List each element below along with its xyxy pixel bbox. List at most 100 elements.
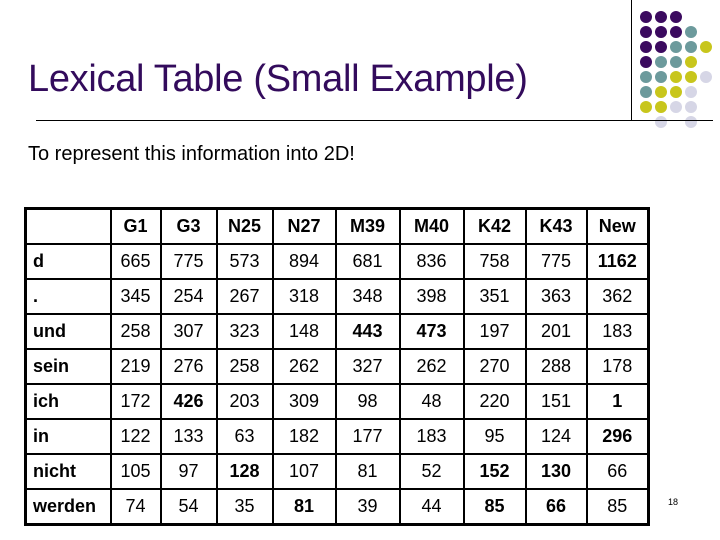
table-cell: 262 [271, 348, 337, 385]
column-header: G3 [159, 207, 218, 245]
table-cell: 323 [215, 313, 274, 350]
slide-title: Lexical Table (Small Example) [28, 58, 528, 100]
table-cell: 351 [462, 278, 527, 315]
table-cell: 183 [585, 313, 650, 350]
table-cell: 665 [109, 243, 162, 280]
table-cell: 203 [215, 383, 274, 420]
table-cell: 48 [398, 383, 465, 420]
decorative-dot [640, 101, 652, 113]
table-cell: 296 [585, 418, 650, 455]
column-header: G1 [109, 207, 162, 245]
table-row: d 665 775 573 894 681 836 758 775 1162 [24, 243, 650, 280]
table-cell: 327 [334, 348, 401, 385]
column-header: N25 [215, 207, 274, 245]
table-cell: 177 [334, 418, 401, 455]
decorative-dot [670, 41, 682, 53]
table-cell: 362 [585, 278, 650, 315]
table-cell: 85 [585, 488, 650, 526]
table-cell: 426 [159, 383, 218, 420]
table-cell: 63 [215, 418, 274, 455]
decorative-dot [685, 71, 697, 83]
table-cell: 152 [462, 453, 527, 490]
table-row: werden 74 54 35 81 39 44 85 66 85 [24, 488, 650, 526]
decorative-dot [670, 11, 682, 23]
table-cell: 309 [271, 383, 337, 420]
decorative-dot [640, 41, 652, 53]
table-cell: 97 [159, 453, 218, 490]
table-cell: 258 [215, 348, 274, 385]
table-cell: 124 [524, 418, 588, 455]
table-cell: 182 [271, 418, 337, 455]
table-cell: 758 [462, 243, 527, 280]
decorative-dot [685, 26, 697, 38]
table-cell: 267 [215, 278, 274, 315]
table-cell: 178 [585, 348, 650, 385]
decorative-dot [655, 56, 667, 68]
row-label: sein [24, 348, 112, 385]
lexical-table: G1 G3 N25 N27 M39 M40 K42 K43 New d 665 77… [24, 207, 650, 526]
table-cell: 276 [159, 348, 218, 385]
row-label: werden [24, 488, 112, 526]
table-cell: 443 [334, 313, 401, 350]
table-cell: 270 [462, 348, 527, 385]
decorative-dot [670, 86, 682, 98]
table-cell: 348 [334, 278, 401, 315]
column-header: New [585, 207, 650, 245]
decorative-dot [685, 101, 697, 113]
table-cell: 1162 [585, 243, 650, 280]
table-cell: 262 [398, 348, 465, 385]
vertical-divider [631, 0, 632, 120]
table-cell: 775 [159, 243, 218, 280]
decorative-dot [640, 11, 652, 23]
table-cell: 172 [109, 383, 162, 420]
decorative-dot [640, 26, 652, 38]
title-underline [36, 120, 713, 121]
decorative-dot [685, 56, 697, 68]
table-cell: 54 [159, 488, 218, 526]
table-cell: 52 [398, 453, 465, 490]
column-header: K42 [462, 207, 527, 245]
table-cell: 107 [271, 453, 337, 490]
table-cell: 201 [524, 313, 588, 350]
table-cell: 307 [159, 313, 218, 350]
table-cell: 66 [585, 453, 650, 490]
table-cell: 95 [462, 418, 527, 455]
decorative-dot [655, 11, 667, 23]
decorative-dot [655, 116, 667, 128]
table-cell: 573 [215, 243, 274, 280]
table-cell: 398 [398, 278, 465, 315]
table-cell: 345 [109, 278, 162, 315]
table-row: in 122 133 63 182 177 183 95 124 296 [24, 418, 650, 455]
table-corner-cell [24, 207, 112, 245]
decorative-dot [700, 71, 712, 83]
decorative-dot [670, 56, 682, 68]
table-cell: 836 [398, 243, 465, 280]
table-cell: 35 [215, 488, 274, 526]
table-cell: 133 [159, 418, 218, 455]
slide-subtitle: To represent this information into 2D! [28, 143, 355, 165]
row-label: d [24, 243, 112, 280]
table-cell: 105 [109, 453, 162, 490]
column-header: N27 [271, 207, 337, 245]
table-cell: 254 [159, 278, 218, 315]
decorative-dot [700, 41, 712, 53]
decorative-dot [640, 71, 652, 83]
table-cell: 130 [524, 453, 588, 490]
table-cell: 894 [271, 243, 337, 280]
row-label: und [24, 313, 112, 350]
table-row: und 258 307 323 148 443 473 197 201 183 [24, 313, 650, 350]
decorative-dot [655, 101, 667, 113]
table-cell: 128 [215, 453, 274, 490]
row-label: . [24, 278, 112, 315]
decorative-dot [670, 101, 682, 113]
page-number: 18 [668, 497, 679, 507]
table-header-row: G1 G3 N25 N27 M39 M40 K42 K43 New [24, 207, 650, 245]
table-cell: 681 [334, 243, 401, 280]
table-row: sein 219 276 258 262 327 262 270 288 178 [24, 348, 650, 385]
table-row: nicht 105 97 128 107 81 52 152 130 66 [24, 453, 650, 490]
table-cell: 66 [524, 488, 588, 526]
decorative-dot [685, 86, 697, 98]
table-cell: 288 [524, 348, 588, 385]
table-cell: 1 [585, 383, 650, 420]
table-cell: 98 [334, 383, 401, 420]
